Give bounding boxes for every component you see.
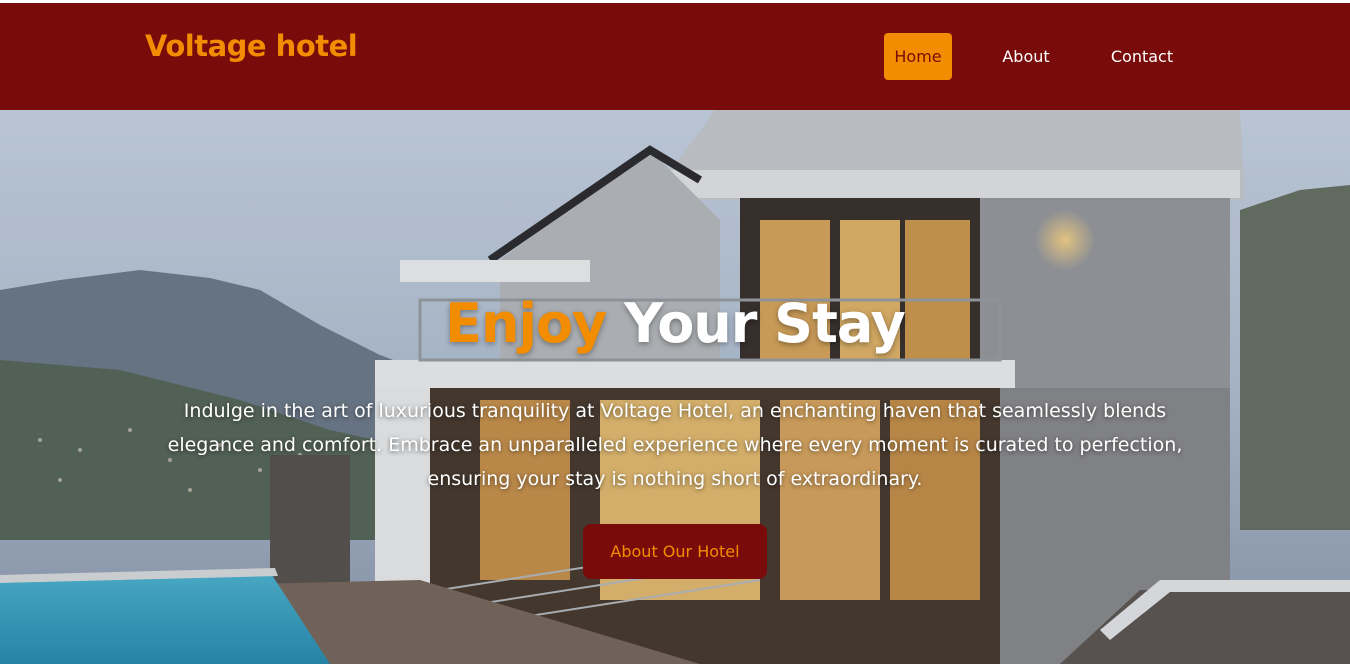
about-our-hotel-button[interactable]: About Our Hotel [583, 524, 767, 579]
brand-logo[interactable]: Voltage hotel [145, 29, 358, 63]
nav-contact-link[interactable]: Contact [1102, 33, 1182, 80]
hero-section: Enjoy Your Stay Indulge in the art of lu… [0, 110, 1350, 664]
hero-description: Indulge in the art of luxurious tranquil… [167, 400, 1183, 490]
navbar: Voltage hotel Home About Contact [0, 3, 1350, 110]
hero-title-rest: Your Stay [624, 292, 906, 355]
nav-home-link[interactable]: Home [884, 33, 952, 80]
hero-title: Enjoy Your Stay [0, 292, 1350, 355]
hero-title-accent: Enjoy [445, 292, 607, 355]
nav-about-link[interactable]: About [992, 33, 1060, 80]
hero-background-image [0, 110, 1350, 664]
